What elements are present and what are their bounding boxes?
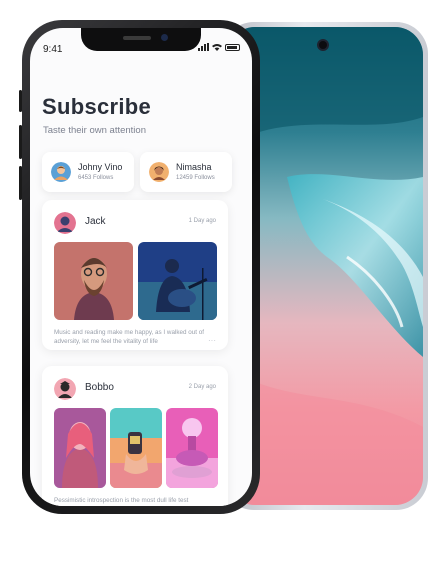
post-card-jack[interactable]: Jack 1 Day ago Music and reading make me… — [42, 200, 228, 350]
camera-icon — [161, 34, 168, 41]
post-author[interactable]: Bobbo — [85, 382, 114, 393]
follow-card-name: Nimasha — [176, 162, 212, 172]
wifi-icon — [212, 44, 222, 51]
post-time: 2 Day ago — [188, 384, 216, 390]
post-time: 1 Day ago — [188, 218, 216, 224]
speaker-icon — [123, 36, 151, 40]
avatar — [51, 162, 71, 182]
app-screen: 9:41 Subscribe Taste their own attention… — [30, 28, 252, 506]
follow-card-johny[interactable]: Johny Vino 6453 Follows — [42, 152, 134, 192]
more-icon[interactable]: ··· — [208, 336, 216, 345]
avatar[interactable] — [54, 212, 76, 234]
status-icons — [198, 43, 240, 51]
post-author[interactable]: Jack — [85, 216, 106, 227]
post-photo[interactable] — [166, 408, 218, 488]
battery-icon — [225, 43, 240, 51]
post-photo[interactable] — [54, 242, 133, 320]
post-text: Pessimistic introspection is the most du… — [54, 497, 189, 504]
follow-card-name: Johny Vino — [78, 162, 123, 172]
status-time: 9:41 — [43, 44, 63, 55]
page-subtitle: Taste their own attention — [43, 125, 146, 136]
page-title: Subscribe — [42, 94, 152, 119]
post-photo[interactable] — [138, 242, 217, 320]
follow-card-nimasha[interactable]: Nimasha 12459 Follows — [140, 152, 232, 192]
post-photo[interactable] — [54, 408, 106, 488]
post-photo[interactable] — [110, 408, 162, 488]
signal-icon — [198, 43, 209, 51]
post-text: Music and reading make me happy, as I wa… — [54, 329, 205, 345]
front-camera-icon — [317, 39, 329, 51]
iphone-mockup: 9:41 Subscribe Taste their own attention… — [22, 20, 260, 514]
avatar[interactable] — [54, 378, 76, 400]
notch — [81, 28, 201, 51]
follow-card-count: 6453 Follows — [78, 175, 114, 181]
follow-card-count: 12459 Follows — [176, 175, 215, 181]
avatar — [149, 162, 169, 182]
post-card-bobbo[interactable]: Bobbo 2 Day ago Pessimistic introspectio… — [42, 366, 228, 506]
